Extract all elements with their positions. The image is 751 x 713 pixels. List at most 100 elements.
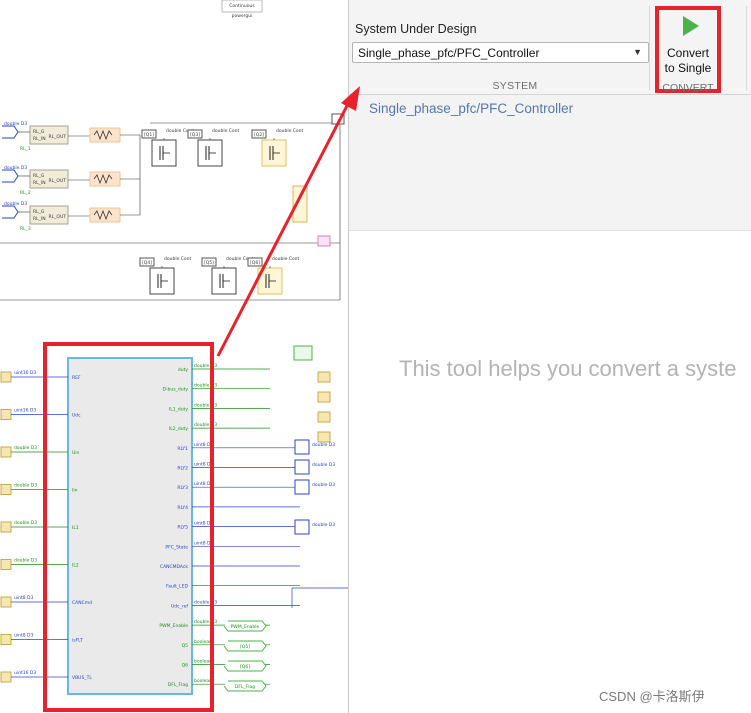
relay-display-block [294, 479, 310, 495]
rl-port-label: RL_G [33, 209, 45, 215]
toolstrip-divider [649, 6, 650, 90]
system-under-design-label: System Under Design [355, 22, 477, 36]
output-signal-label: double D3 [194, 383, 217, 389]
rl-signal-label: double D3 [4, 121, 27, 127]
relay-display-block [294, 439, 310, 455]
rl-port-label: RL_OUT [49, 214, 67, 220]
controller-outport-label: PFC_State [165, 544, 188, 550]
controller-inport-label: IL2 [72, 563, 79, 569]
from-tag [2, 205, 19, 219]
simulink-canvas[interactable]: Continuous powergui double D3 RL_G RL_IN RL_O… [0, 0, 348, 713]
gate-tag-label: [Q3] [190, 132, 200, 138]
system-path-link[interactable]: Single_phase_pfc/PFC_Controller [369, 101, 573, 116]
relay-display-label: double D3 [312, 522, 335, 528]
controller-inport-label: IL1 [72, 525, 79, 531]
controller-inport-label: Uin [72, 450, 80, 456]
from-workspace-block [0, 634, 12, 645]
rl-port-label: RL_IN [33, 180, 46, 186]
input-signal-label: double D3 [14, 445, 37, 451]
controller-outport-label: Q5 [182, 643, 189, 649]
toolstrip-divider-right [746, 6, 747, 90]
input-signal-label: uint16 D3 [14, 370, 36, 376]
from-workspace-block [0, 671, 12, 683]
controller-outport-label: CANCMDAck [160, 564, 188, 570]
output-signal-label: boolean [194, 659, 212, 665]
system-section-label: SYSTEM [492, 80, 538, 92]
from-tag [2, 169, 19, 183]
system-under-design-dropdown[interactable]: Single_phase_pfc/PFC_Controller ▼ [352, 42, 649, 63]
output-signal-label: double D3 [194, 363, 217, 369]
rl-block-name: RL_3 [20, 226, 31, 232]
from-workspace-block [0, 484, 12, 495]
output-signal-label: double D3 [194, 402, 217, 408]
output-signal-label: double D3 [194, 599, 217, 605]
output-signal-label: double D3 [194, 422, 217, 428]
controller-outport-label: D-bus_duty [162, 387, 188, 393]
convert-button-label: Convert to Single [659, 46, 717, 76]
output-signal-label: uint8 D3 [194, 521, 213, 527]
from-workspace-block [0, 596, 12, 608]
scope-block [317, 235, 331, 247]
rl-port-label: RL_IN [33, 136, 46, 142]
output-display-block [293, 345, 313, 361]
input-signal-label: double D3 [14, 483, 37, 489]
convert-to-single-button[interactable]: Convert to Single CONVERT [655, 6, 721, 94]
gate-signal-label: double Cont [276, 128, 304, 134]
relay-display-block [294, 459, 310, 475]
convert-label-line1: Convert [666, 46, 710, 60]
output-signal-label: uint8 D3 [194, 442, 213, 448]
output-signal-label: uint8 D3 [194, 481, 213, 487]
convert-label-line2: to Single [664, 61, 712, 75]
controller-inport-label: VBUS_TL [72, 675, 92, 681]
relay-display-label: double D3 [312, 462, 335, 468]
controller-outport-label: PWM_Enable [159, 623, 188, 629]
controller-outport-label: RLY4 [177, 505, 188, 511]
rl-signal-label: double D3 [4, 201, 27, 207]
powergui-label: Continuous [229, 3, 255, 9]
gate-tag-label: [Q2] [254, 132, 264, 138]
input-signal-label: uint16 D3 [14, 408, 36, 414]
controller-inport-label: Udc [72, 413, 81, 419]
system-under-design-value: Single_phase_pfc/PFC_Controller [358, 46, 540, 60]
controller-outport-label: Q6 [182, 663, 189, 669]
output-signal-label: boolean [194, 678, 212, 684]
watermark: CSDN @卡洛斯伊 [599, 689, 705, 704]
rl-port-label: RL_OUT [49, 178, 67, 184]
load-resistor-block [292, 185, 308, 223]
controller-outport-label: RLY1 [177, 446, 188, 452]
rl-block-name: RL_2 [20, 190, 31, 196]
output-signal-label: uint8 D3 [194, 462, 213, 468]
controller-outport-label: Udc_ref [171, 603, 188, 609]
goto-tag-label: [Q5] [240, 644, 250, 650]
input-signal-label: uint8 D3 [14, 595, 33, 601]
goto-tag-label: DFL_Flag [235, 684, 255, 690]
rl-block-name: RL_1 [20, 146, 31, 152]
from-tag [2, 125, 19, 139]
outport-block [331, 113, 345, 125]
controller-outport-label: RLY2 [177, 466, 188, 472]
controller-outport-label: DFL_Flag [168, 682, 188, 688]
model-diagram[interactable]: Continuouspowerguidouble D3RL_GRL_IN RL_O… [0, 0, 348, 713]
chevron-down-icon[interactable]: ▼ [633, 47, 642, 57]
goto-tag-label: PWM_Enable [231, 624, 260, 630]
controller-inport-label: REF [72, 375, 81, 381]
input-signal-label: double D3 [14, 520, 37, 526]
gate-tag-label: [Q1] [144, 132, 154, 138]
gate-tag-label: [Q5] [204, 260, 214, 266]
input-signal-label: uint16 D3 [14, 670, 36, 676]
rl-port-label: RL_G [33, 129, 45, 135]
gate-signal-label: double Cont [272, 256, 300, 262]
input-signal-label: uint8 D3 [14, 633, 33, 639]
from-workspace-block [0, 521, 12, 533]
relay-display-label: double D3 [312, 442, 335, 448]
controller-outport-label: IL1_duty [169, 406, 188, 412]
controller-inport-label: Iin [72, 488, 78, 494]
rl-port-label: RL_G [33, 173, 45, 179]
controller-outport-label: IL2_duty [169, 426, 188, 432]
output-display-block [317, 411, 331, 423]
converter-panel: System Under Design Single_phase_pfc/PFC… [348, 0, 751, 713]
from-workspace-block [0, 446, 12, 458]
rl-port-label: RL_IN [33, 216, 46, 222]
controller-outport-label: Fault_LED [166, 584, 188, 590]
output-signal-label: boolean [194, 639, 212, 645]
